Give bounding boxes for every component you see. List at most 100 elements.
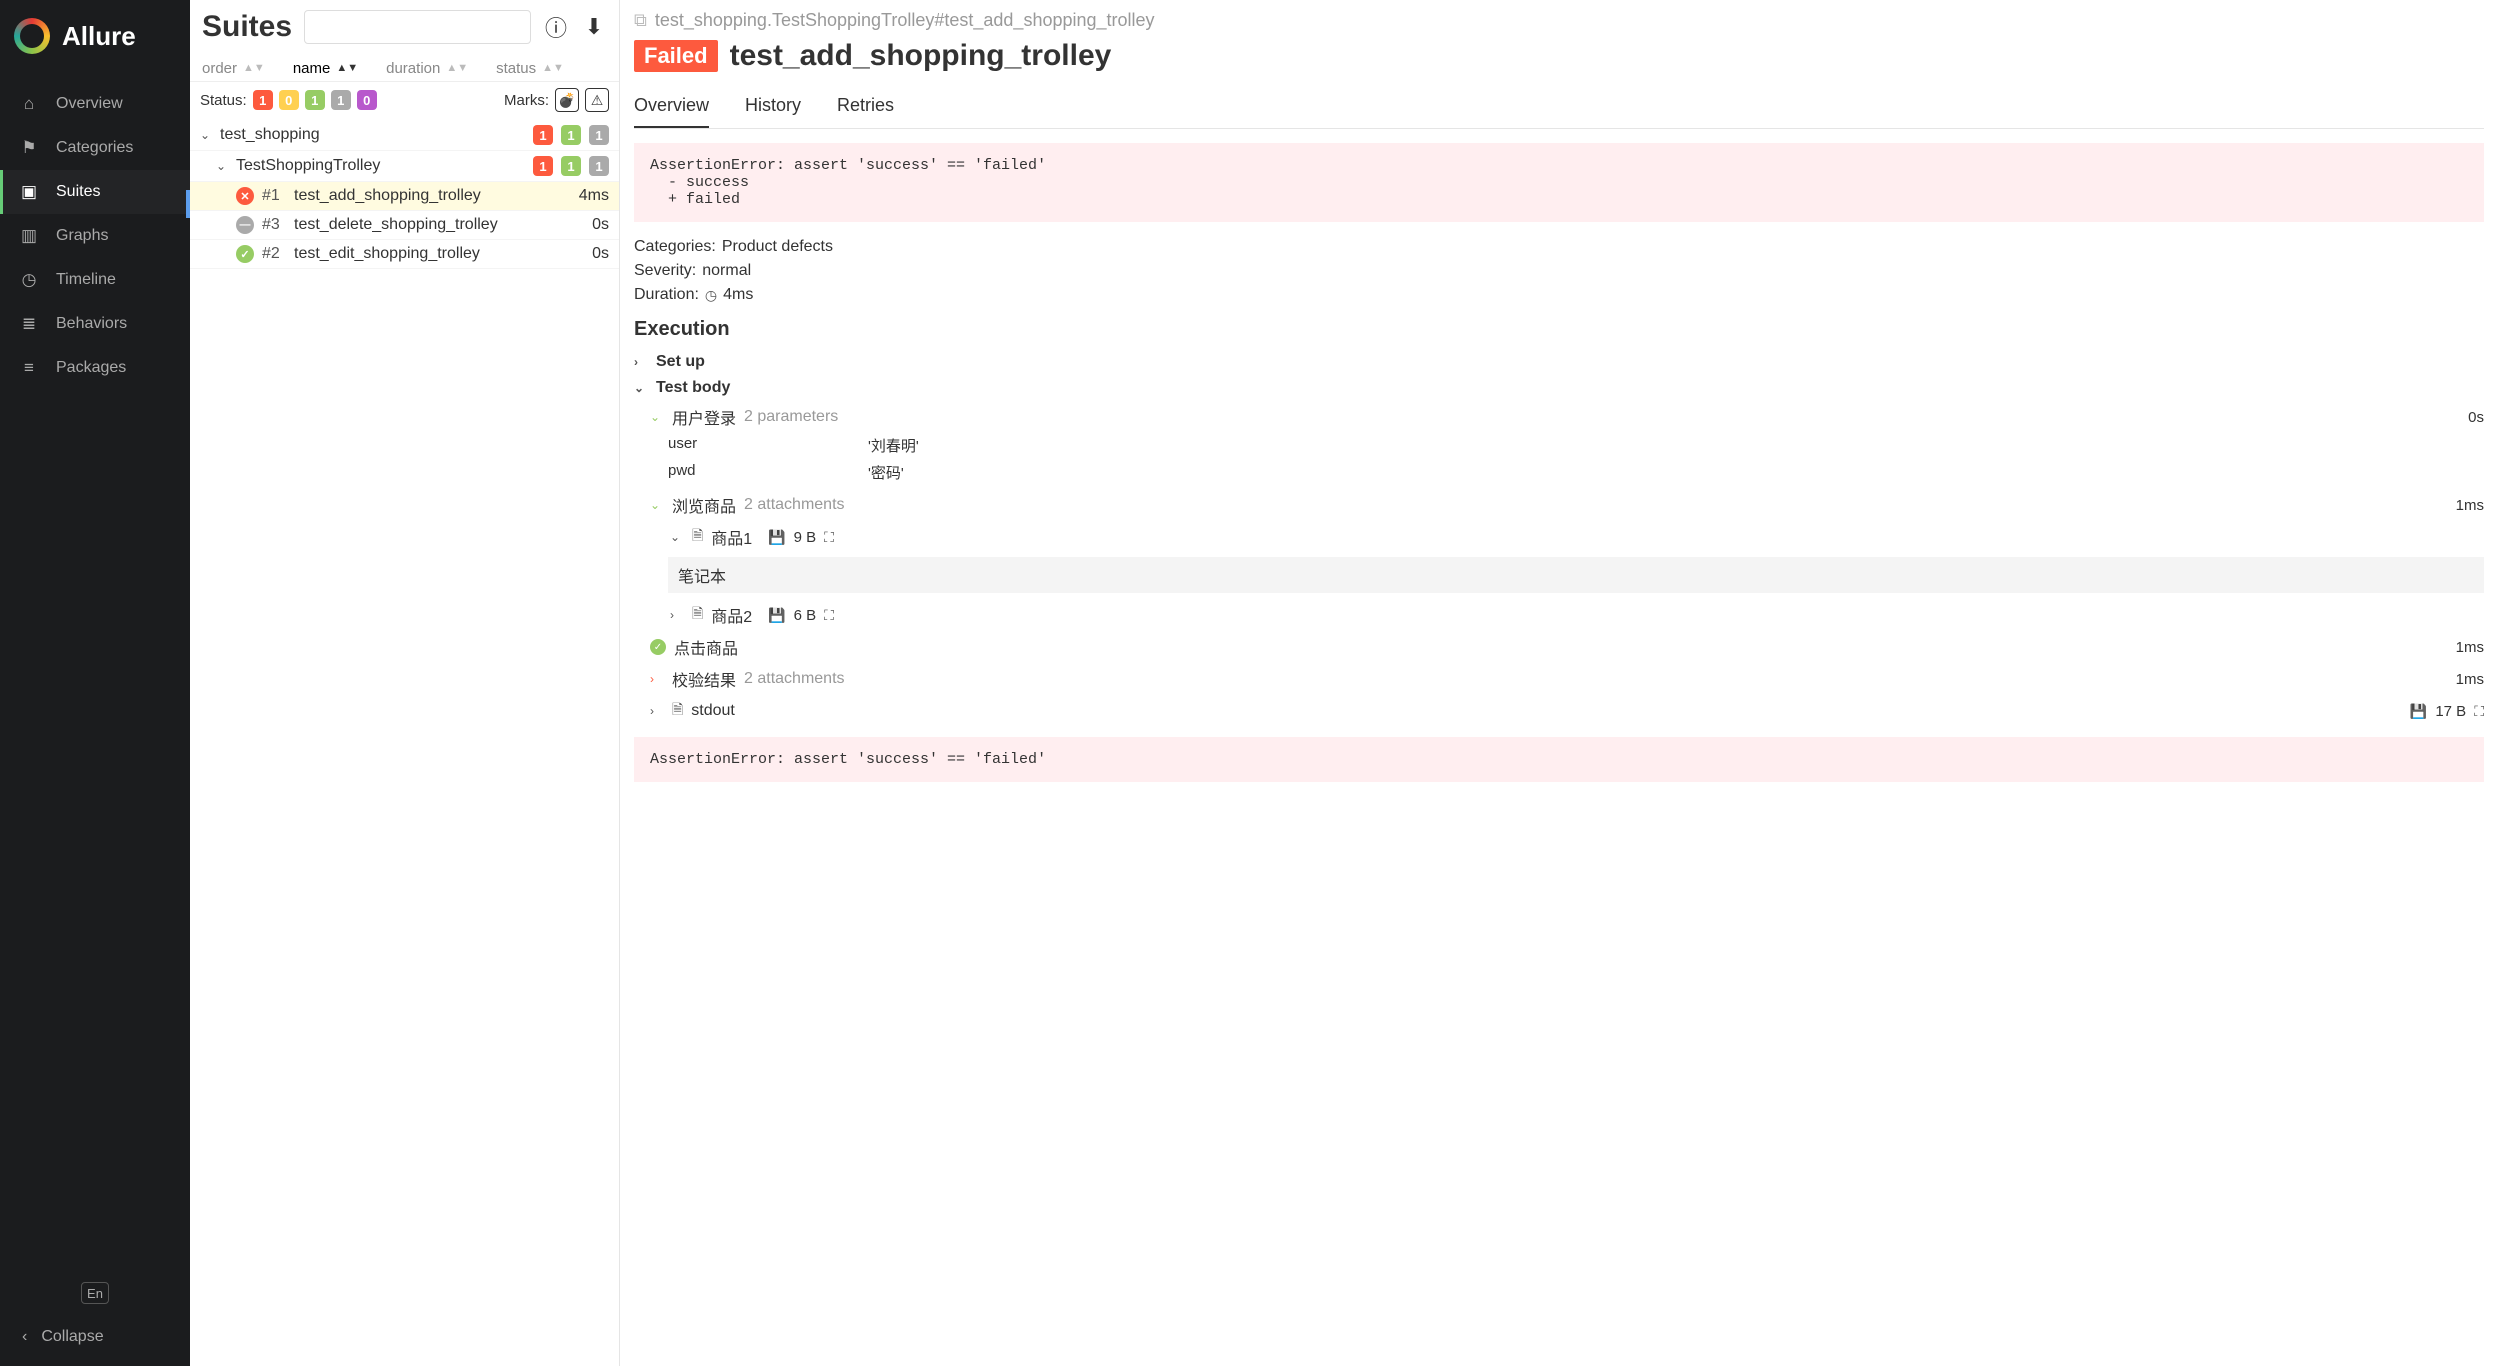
param-value: '刘春明' — [868, 435, 2484, 456]
status-pass-icon: ✓ — [236, 245, 254, 263]
nav-categories-label: Categories — [56, 139, 133, 157]
step-verify[interactable]: › 校验结果 2 attachments 1ms — [634, 663, 2484, 695]
param-key: pwd — [668, 462, 868, 483]
nav-graphs-label: Graphs — [56, 227, 108, 245]
status-fail-icon: ✕ — [236, 187, 254, 205]
mark-flaky[interactable]: 💣 — [555, 88, 579, 112]
info-icon[interactable]: ⓘ — [543, 11, 569, 43]
step-time: 1ms — [2456, 497, 2484, 514]
nav-suites-label: Suites — [56, 183, 100, 201]
nav-graphs[interactable]: ▥Graphs — [0, 214, 190, 258]
tab-retries[interactable]: Retries — [837, 87, 894, 128]
step-click[interactable]: ✓ 点击商品 1ms — [634, 631, 2484, 663]
briefcase-icon: ▣ — [18, 182, 40, 202]
tab-history[interactable]: History — [745, 87, 801, 128]
tree-test-1[interactable]: ✕ #1 test_add_shopping_trolley 4ms — [190, 182, 619, 211]
expand-icon[interactable]: ⛶ — [2474, 703, 2484, 720]
step-att: 2 attachments — [744, 496, 845, 514]
copy-icon[interactable]: ⧉ — [634, 10, 647, 31]
tree-suite[interactable]: ⌄ test_shopping 1 1 1 — [190, 120, 619, 151]
duration-value: 4ms — [723, 286, 753, 304]
nav-suites[interactable]: ▣ Suites — [0, 170, 190, 214]
download-icon[interactable]: ⬇ — [581, 14, 607, 40]
status-skip-icon: — — [236, 216, 254, 234]
selected-indicator — [186, 190, 190, 218]
suites-title: Suites — [202, 10, 292, 44]
step-name: 校验结果 — [672, 667, 736, 691]
sort-status[interactable]: status▲▼ — [496, 60, 564, 77]
layers-icon: ≡ — [18, 358, 40, 378]
filter-passed[interactable]: 1 — [305, 90, 325, 110]
collapse-label: Collapse — [41, 1328, 103, 1346]
attachment-name: 商品1 — [711, 525, 752, 549]
error-message: AssertionError: assert 'success' == 'fai… — [634, 143, 2484, 222]
language-toggle[interactable]: En — [81, 1282, 109, 1304]
save-icon[interactable]: 💾 — [768, 607, 785, 624]
expand-icon[interactable]: ⛶ — [824, 607, 834, 624]
step-login[interactable]: ⌄ 用户登录 2 parameters 0s — [634, 401, 2484, 433]
sort-duration[interactable]: duration▲▼ — [386, 60, 468, 77]
chevron-left-icon: ‹ — [22, 1328, 27, 1346]
collapse-button[interactable]: ‹ Collapse — [0, 1316, 190, 1366]
param-value: '密码' — [868, 462, 2484, 483]
step-time: 0s — [2468, 409, 2484, 426]
save-icon[interactable]: 💾 — [2410, 703, 2427, 720]
chevron-down-icon: ⌄ — [200, 128, 212, 142]
nav-packages[interactable]: ≡Packages — [0, 346, 190, 390]
execution-heading: Execution — [634, 318, 2484, 341]
filter-broken[interactable]: 0 — [279, 90, 299, 110]
nav-behaviors[interactable]: ≣Behaviors — [0, 302, 190, 346]
test-time: 4ms — [569, 187, 609, 205]
duration-label: Duration: — [634, 286, 699, 304]
step-params: 2 parameters — [744, 408, 838, 426]
marks-label: Marks: — [504, 92, 549, 109]
step-att: 2 attachments — [744, 670, 845, 688]
clock-icon: ◷ — [18, 270, 40, 290]
save-icon[interactable]: 💾 — [768, 529, 785, 546]
attachment-name: 商品2 — [711, 603, 752, 627]
file-icon: 🗎 — [692, 603, 703, 627]
count-skipped: 1 — [589, 156, 609, 176]
filter-failed[interactable]: 1 — [253, 90, 273, 110]
nav-timeline[interactable]: ◷ Timeline — [0, 258, 190, 302]
tree-test-3[interactable]: ✓ #2 test_edit_shopping_trolley 0s — [190, 240, 619, 269]
logo-icon — [14, 18, 50, 54]
nav-timeline-label: Timeline — [56, 271, 116, 289]
severity-value: normal — [702, 262, 751, 280]
count-passed: 1 — [561, 156, 581, 176]
setup-row[interactable]: › Set up — [634, 349, 2484, 375]
chevron-down-icon: ⌄ — [650, 410, 664, 424]
nav: ⌂Overview ⚑Categories ▣ Suites ▥Graphs ◷ T… — [0, 72, 190, 1282]
step-time: 1ms — [2456, 671, 2484, 688]
sort-order[interactable]: order▲▼ — [202, 60, 265, 77]
tab-overview[interactable]: Overview — [634, 87, 709, 128]
gauge-icon: ⌂ — [18, 94, 40, 114]
sort-name[interactable]: name▲▼ — [293, 60, 358, 77]
chevron-right-icon: › — [650, 704, 664, 718]
suites-search-input[interactable] — [304, 10, 531, 44]
testbody-row[interactable]: ⌄ Test body — [634, 375, 2484, 401]
step-stdout[interactable]: › 🗎 stdout 💾17 B⛶ — [634, 695, 2484, 727]
count-skipped: 1 — [589, 125, 609, 145]
filter-unknown[interactable]: 0 — [357, 90, 377, 110]
tree-test-2[interactable]: — #3 test_delete_shopping_trolley 0s — [190, 211, 619, 240]
mark-new[interactable]: ⚠ — [585, 88, 609, 112]
filter-skipped[interactable]: 1 — [331, 90, 351, 110]
expand-icon[interactable]: ⛶ — [824, 529, 834, 546]
attachment-2[interactable]: › 🗎 商品2 💾 6 B ⛶ — [634, 599, 2484, 631]
severity-label: Severity: — [634, 262, 696, 280]
count-passed: 1 — [561, 125, 581, 145]
test-name: test_add_shopping_trolley — [294, 187, 481, 205]
count-failed: 1 — [533, 156, 553, 176]
attachment-1[interactable]: ⌄ 🗎 商品1 💾9 B⛶ — [634, 521, 2484, 553]
step-time: 1ms — [2456, 639, 2484, 656]
step-browse[interactable]: ⌄ 浏览商品 2 attachments 1ms — [634, 489, 2484, 521]
chevron-right-icon: › — [670, 608, 684, 622]
attachment-size: 9 B — [794, 529, 817, 546]
tree-class[interactable]: ⌄ TestShoppingTrolley 1 1 1 — [190, 151, 619, 182]
test-time: 0s — [569, 216, 609, 234]
nav-categories[interactable]: ⚑Categories — [0, 126, 190, 170]
list-icon: ≣ — [18, 314, 40, 334]
nav-overview[interactable]: ⌂Overview — [0, 82, 190, 126]
attachment-size: 6 B — [794, 607, 817, 624]
